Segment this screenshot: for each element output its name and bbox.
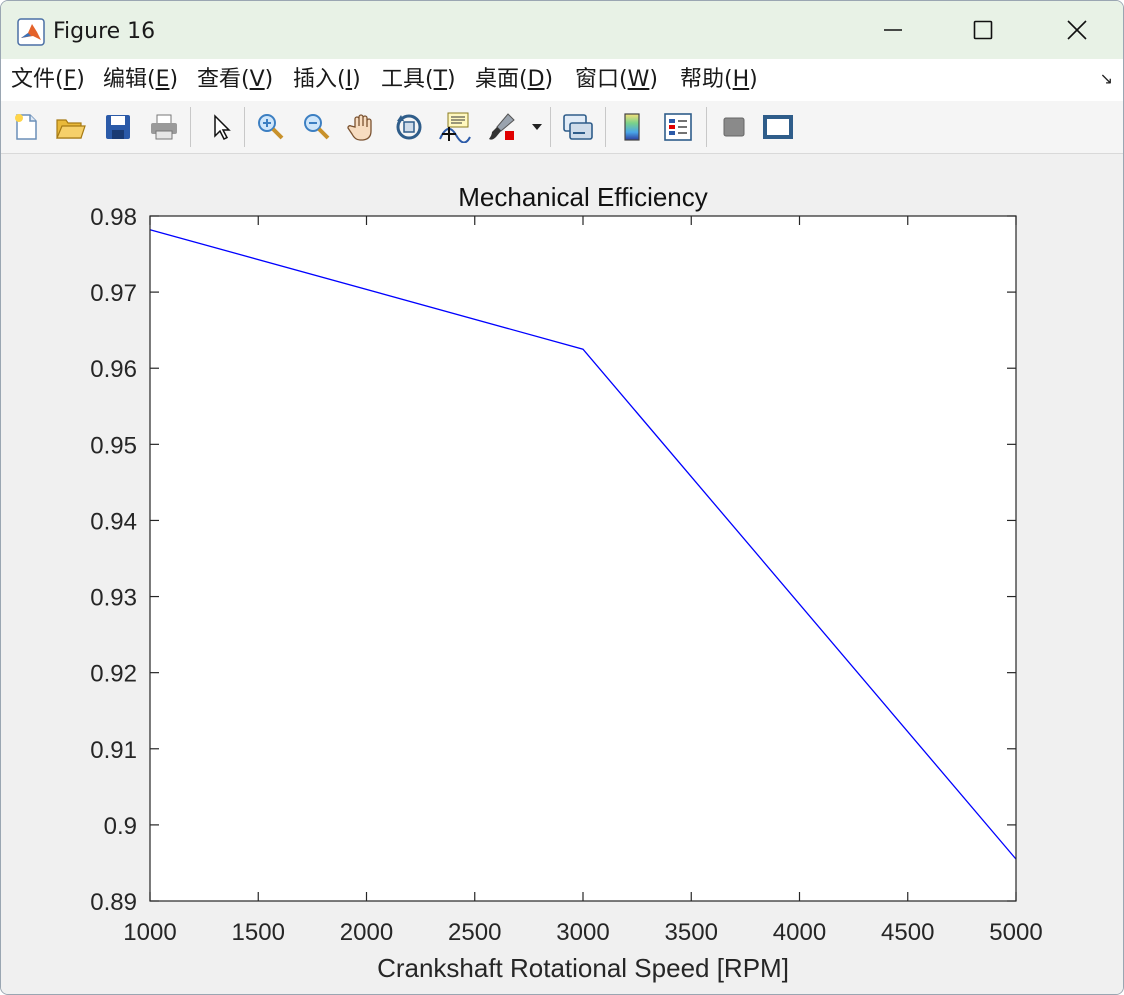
x-tick-label: 1000 (123, 919, 176, 946)
colorbar-icon[interactable] (615, 110, 649, 144)
matlab-logo-icon (17, 18, 45, 46)
figure-canvas: Mechanical Efficiency 1000 1500 2000 2500 30… (1, 154, 1123, 994)
print-icon[interactable] (147, 110, 181, 144)
pan-hand-icon[interactable] (345, 110, 379, 144)
x-axis-label: Crankshaft Rotational Speed [RPM] (377, 953, 789, 983)
brush-dropdown-icon[interactable] (529, 110, 545, 144)
y-tick-label: 0.89 (90, 889, 137, 916)
plot-area[interactable] (150, 216, 1016, 901)
y-tick-label: 0.9 (104, 813, 137, 840)
x-tick-label: 4000 (773, 919, 826, 946)
maximize-icon (973, 20, 993, 40)
x-tick-label: 3500 (665, 919, 718, 946)
dock-figure-icon[interactable]: ↘ (1100, 69, 1113, 88)
minimize-icon (884, 29, 902, 31)
x-tick-label: 4500 (881, 919, 934, 946)
figure-toolbar (1, 101, 1123, 154)
link-plot-icon[interactable] (561, 110, 595, 144)
x-tick-label: 2500 (448, 919, 501, 946)
maximize-button[interactable] (937, 1, 1029, 59)
title-bar: Figure 16 (1, 1, 1123, 59)
menu-view[interactable]: 查看(V) (197, 66, 273, 94)
minimize-button[interactable] (847, 1, 939, 59)
y-tick-label: 0.95 (90, 432, 137, 459)
close-button[interactable] (1031, 1, 1123, 59)
open-file-icon[interactable] (53, 110, 87, 144)
new-figure-icon[interactable] (9, 110, 43, 144)
menu-bar: 文件(F) 编辑(E) 查看(V) 插入(I) 工具(T) 桌面(D) 窗口(W… (1, 59, 1123, 102)
menu-window[interactable]: 窗口(W) (575, 66, 658, 94)
pointer-icon[interactable] (203, 110, 237, 144)
y-tick-label: 0.94 (90, 508, 137, 535)
x-tick-label: 5000 (989, 919, 1042, 946)
y-tick-label: 0.97 (90, 280, 137, 307)
y-tick-label: 0.91 (90, 737, 137, 764)
y-tick-label: 0.93 (90, 585, 137, 612)
x-tick-label: 1500 (232, 919, 285, 946)
menu-file[interactable]: 文件(F) (11, 66, 85, 94)
y-tick-label: 0.96 (90, 356, 137, 383)
zoom-in-icon[interactable] (253, 110, 287, 144)
rotate-3d-icon[interactable] (392, 110, 426, 144)
hide-plot-tools-icon[interactable] (717, 110, 751, 144)
zoom-out-icon[interactable] (299, 110, 333, 144)
x-tick-label: 3000 (556, 919, 609, 946)
brush-icon[interactable] (485, 110, 519, 144)
chart-svg: Mechanical Efficiency 1000 1500 2000 2500 30… (90, 182, 1042, 983)
menu-insert[interactable]: 插入(I) (293, 66, 361, 94)
menu-edit[interactable]: 编辑(E) (103, 66, 178, 94)
save-icon[interactable] (101, 110, 135, 144)
data-cursor-icon[interactable] (438, 110, 472, 144)
y-tick-label: 0.92 (90, 661, 137, 688)
menu-tools[interactable]: 工具(T) (381, 66, 456, 94)
menu-help[interactable]: 帮助(H) (680, 66, 758, 94)
menu-desktop[interactable]: 桌面(D) (475, 66, 553, 94)
figure-window: Figure 16 文件(F) 编辑(E) 查看(V) 插入(I) 工具(T) … (0, 0, 1124, 995)
show-plot-tools-icon[interactable] (761, 110, 795, 144)
y-tick-label: 0.98 (90, 204, 137, 231)
window-title: Figure 16 (53, 19, 156, 44)
close-icon (1067, 20, 1087, 40)
x-tick-label: 2000 (340, 919, 393, 946)
chart-title: Mechanical Efficiency (458, 182, 708, 212)
legend-icon[interactable] (661, 110, 695, 144)
